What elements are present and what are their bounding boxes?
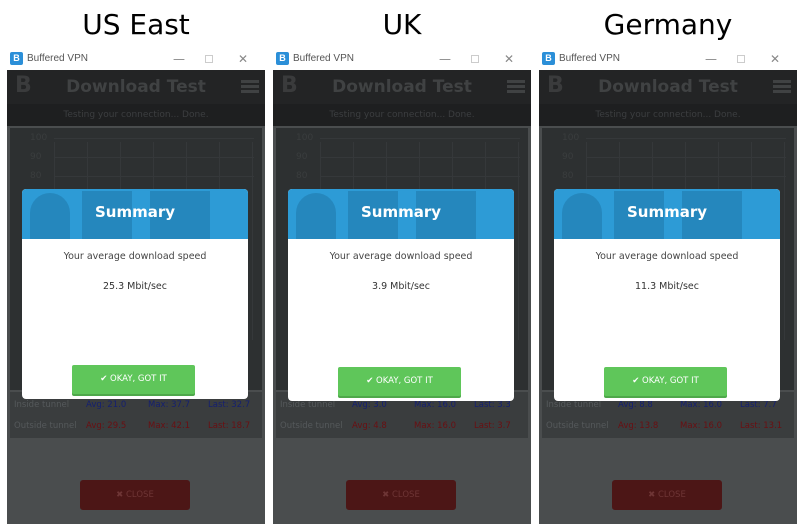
maximize-icon [471, 55, 479, 63]
app-icon: B [10, 52, 23, 65]
average-speed-value: 11.3 Mbit/sec [635, 281, 699, 292]
okay-got-it-button[interactable]: ✔ OKAY, GOT IT [604, 367, 727, 396]
modal-overlay: Summary Your average download speed 3.9 … [273, 70, 531, 524]
maximize-button[interactable] [732, 51, 750, 67]
maximize-button[interactable] [466, 51, 484, 67]
region-label: US East [82, 8, 190, 41]
window-titlebar[interactable]: B Buffered VPN — ✕ [7, 48, 265, 70]
window-title: Buffered VPN [293, 53, 354, 64]
app-window: B Buffered VPN — ✕ B Download Test Testi… [273, 48, 531, 524]
modal-title: Summary [94, 203, 176, 221]
window-close-button[interactable]: ✕ [234, 51, 252, 67]
average-speed-value: 25.3 Mbit/sec [103, 281, 167, 292]
window-titlebar[interactable]: B Buffered VPN — ✕ [273, 48, 531, 70]
minimize-button[interactable]: — [702, 51, 720, 67]
window-titlebar[interactable]: B Buffered VPN — ✕ [539, 48, 797, 70]
average-speed-value: 3.9 Mbit/sec [372, 281, 430, 292]
app-icon: B [276, 52, 289, 65]
modal-overlay: Summary Your average download speed 25.3… [7, 70, 265, 524]
modal-title: Summary [626, 203, 708, 221]
modal-title: Summary [360, 203, 442, 221]
window-title: Buffered VPN [559, 53, 620, 64]
minimize-button[interactable]: — [170, 51, 188, 67]
summary-modal: Summary Your average download speed 11.3… [554, 189, 780, 401]
minimize-button[interactable]: — [436, 51, 454, 67]
modal-overlay: Summary Your average download speed 11.3… [539, 70, 797, 524]
app-window: B Buffered VPN — ✕ B Download Test Testi… [539, 48, 797, 524]
summary-modal: Summary Your average download speed 25.3… [22, 189, 248, 399]
modal-message: Your average download speed [63, 251, 207, 262]
maximize-icon [205, 55, 213, 63]
maximize-icon [737, 55, 745, 63]
window-close-button[interactable]: ✕ [500, 51, 518, 67]
maximize-button[interactable] [200, 51, 218, 67]
vpn-panel-2: Germany B Buffered VPN — ✕ B Download Te… [539, 0, 797, 530]
modal-message: Your average download speed [329, 251, 473, 262]
summary-modal: Summary Your average download speed 3.9 … [288, 189, 514, 401]
window-title: Buffered VPN [27, 53, 88, 64]
region-label: UK [382, 8, 422, 41]
window-close-button[interactable]: ✕ [766, 51, 784, 67]
region-label: Germany [603, 8, 733, 41]
okay-got-it-button[interactable]: ✔ OKAY, GOT IT [338, 367, 461, 396]
okay-got-it-button[interactable]: ✔ OKAY, GOT IT [72, 365, 195, 394]
app-window: B Buffered VPN — ✕ B Download Test Testi… [7, 48, 265, 524]
modal-message: Your average download speed [595, 251, 739, 262]
vpn-panel-0: US East B Buffered VPN — ✕ B Download Te… [7, 0, 265, 530]
modal-header: Summary [554, 189, 780, 239]
vpn-panel-1: UK B Buffered VPN — ✕ B Download Test Te… [273, 0, 531, 530]
modal-header: Summary [288, 189, 514, 239]
modal-header: Summary [22, 189, 248, 239]
app-icon: B [542, 52, 555, 65]
